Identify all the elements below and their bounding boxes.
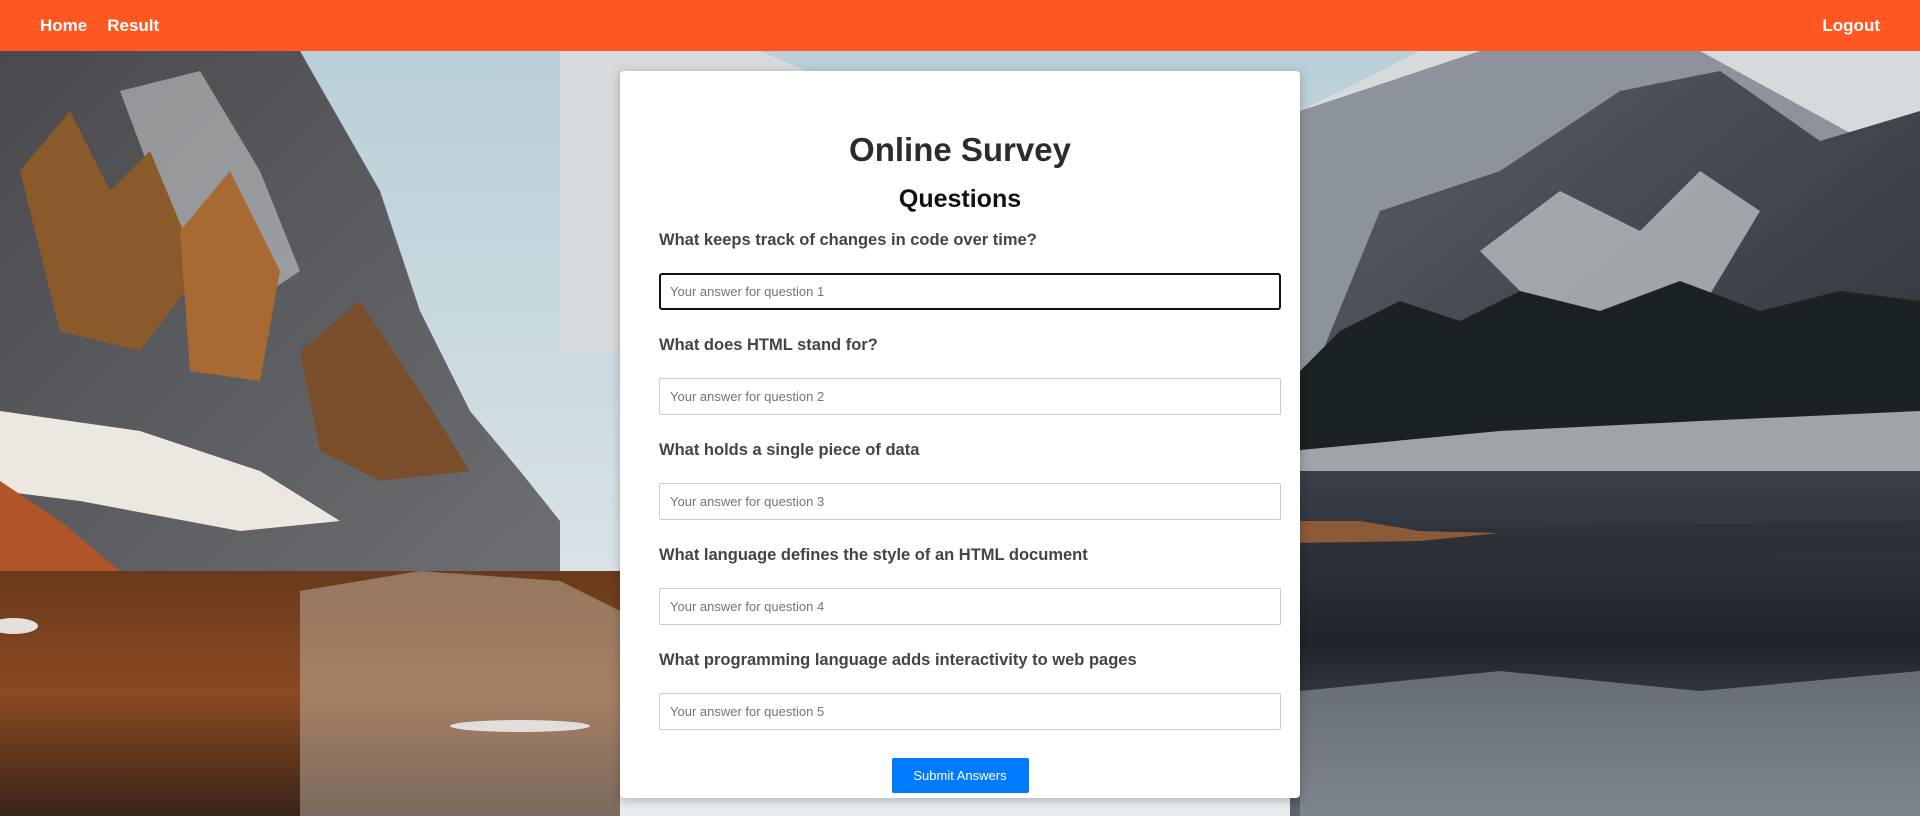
nav-home-link[interactable]: Home [40,16,87,36]
survey-title: Online Survey [849,131,1071,168]
question-list: What keeps track of changes in code over… [659,230,1281,730]
nav-result-link[interactable]: Result [107,16,159,36]
question-1-label: What keeps track of changes in code over… [659,231,1037,249]
question-item-2: What does HTML stand for? [659,335,1281,415]
question-3-answer-input[interactable] [659,483,1281,520]
question-4-label: What language defines the style of an HT… [659,546,1088,564]
question-item-5: What programming language adds interacti… [659,650,1281,730]
top-navbar: Home Result Logout [0,0,1920,51]
question-item-3: What holds a single piece of data [659,440,1281,520]
question-2-answer-input[interactable] [659,378,1281,415]
questions-heading: Questions [898,185,1022,213]
question-2-label: What does HTML stand for? [659,336,878,354]
survey-card: Online Survey Questions What keeps track… [620,71,1300,798]
submit-wrapper: Submit Answers [659,758,1261,793]
question-item-1: What keeps track of changes in code over… [659,230,1281,310]
question-1-answer-input[interactable] [659,273,1281,310]
question-5-answer-input[interactable] [659,693,1281,730]
question-3-label: What holds a single piece of data [659,441,920,459]
question-4-answer-input[interactable] [659,588,1281,625]
question-item-4: What language defines the style of an HT… [659,545,1281,625]
question-5-label: What programming language adds interacti… [659,651,1137,669]
submit-answers-button[interactable]: Submit Answers [891,758,1029,793]
nav-logout-link[interactable]: Logout [1822,16,1880,36]
